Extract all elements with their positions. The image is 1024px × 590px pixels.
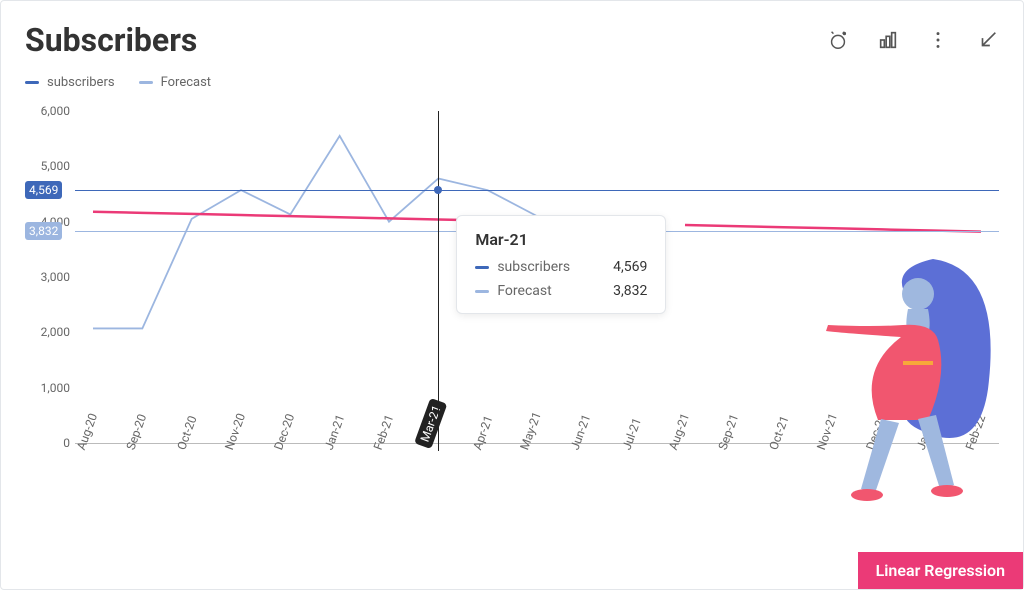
chart-card: Subscribers subscribers [0,0,1024,590]
plot-area[interactable]: 01,0002,0003,0004,0005,0006,0004,5693,83… [75,111,999,444]
guide-line-subscribers [75,190,999,191]
legend-label-forecast: Forecast [161,75,211,90]
legend-label-subscribers: subscribers [47,75,115,90]
chart-title: Subscribers [25,21,197,59]
chart-type-icon[interactable] [877,29,899,51]
tooltip-row-subscribers: subscribers4,569 [475,259,647,275]
tooltip-title: Mar-21 [475,230,647,249]
y-axis-tick: 5,000 [25,159,70,173]
tooltip-row-forecast: Forecast3,832 [475,283,647,299]
y-axis-tick: 3,000 [25,270,70,284]
highlight-vertical-line [438,111,439,451]
chart-toolbar [827,29,999,51]
highlight-point [434,186,442,194]
chart-legend: subscribers Forecast [25,75,999,90]
legend-item-subscribers[interactable]: subscribers [25,75,115,90]
chart-header: Subscribers [25,21,999,59]
collapse-icon[interactable] [977,29,999,51]
value-badge-subscribers: 4,569 [25,181,62,199]
linear-regression-button[interactable]: Linear Regression [858,552,1023,589]
y-axis-tick: 6,000 [25,104,70,118]
more-icon[interactable] [927,29,949,51]
chart-area: 01,0002,0003,0004,0005,0006,0004,5693,83… [25,111,999,559]
chart-tooltip: Mar-21 subscribers4,569 Forecast3,832 [456,215,666,314]
y-axis-tick: 0 [25,436,70,450]
y-axis-tick: 2,000 [25,325,70,339]
legend-swatch-forecast [139,81,153,84]
y-axis-tick: 1,000 [25,381,70,395]
alerts-icon[interactable] [827,29,849,51]
legend-item-forecast[interactable]: Forecast [139,75,211,90]
legend-swatch-subscribers [25,81,39,84]
value-badge-forecast: 3,832 [25,222,62,240]
